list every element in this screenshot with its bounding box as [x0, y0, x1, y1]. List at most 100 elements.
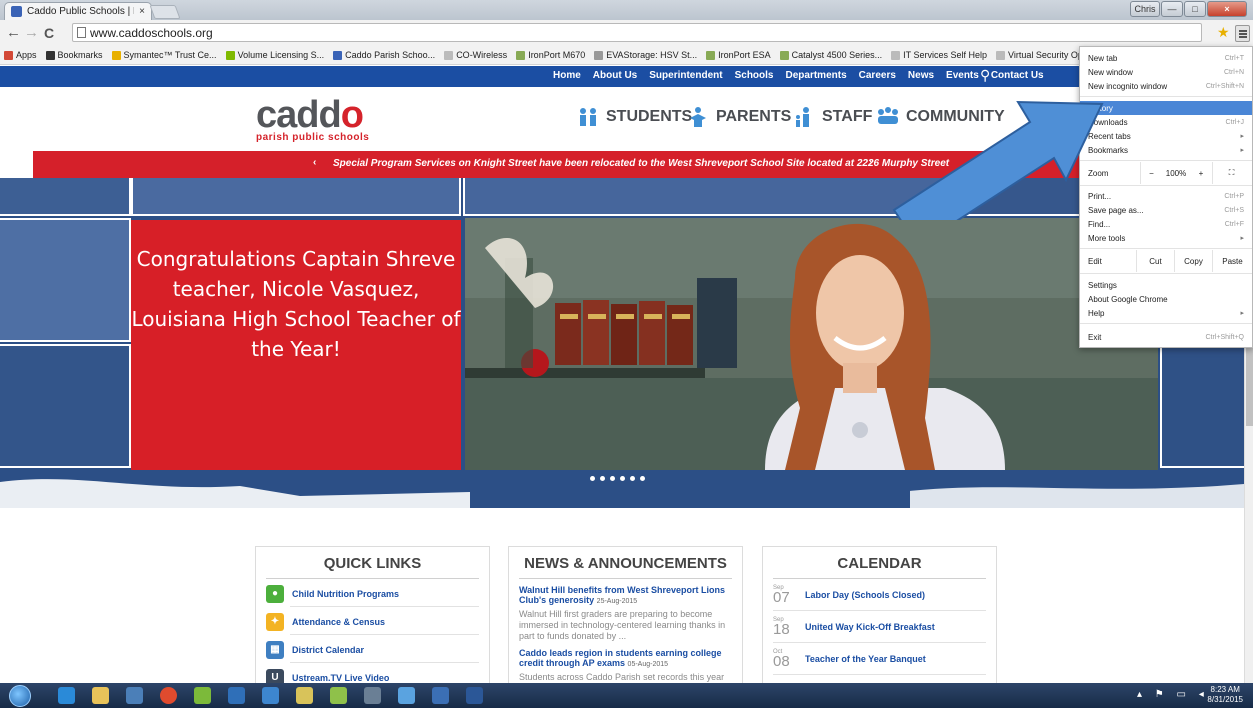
bookmark-item[interactable]: IT Services Self Help	[891, 50, 987, 60]
alert-prev-button[interactable]: ‹	[313, 157, 316, 168]
quick-link-icon: ▦	[266, 640, 284, 659]
slider-dots[interactable]	[590, 476, 645, 481]
bookmark-item[interactable]: Caddo Parish Schoo...	[333, 50, 435, 60]
menu-exit[interactable]: Exit Ctrl+Shift+Q	[1080, 330, 1252, 344]
hero-slider[interactable]: Congratulations Captain Shreve teacher, …	[0, 178, 1244, 508]
app-icon[interactable]	[194, 687, 211, 704]
fullscreen-icon[interactable]: ⛶	[1212, 162, 1250, 184]
audience-parents[interactable]: PARENTS	[686, 106, 791, 128]
network-icon[interactable]	[330, 687, 347, 704]
calendar-event[interactable]: Oct 08 Teacher of the Year Banquet	[773, 643, 986, 675]
bookmark-label: Catalyst 4500 Series...	[791, 50, 883, 60]
remote-desktop-icon[interactable]	[262, 687, 279, 704]
site-nav-item[interactable]: Superintendent	[649, 70, 722, 81]
close-window-button[interactable]: ×	[1207, 1, 1247, 17]
quick-link[interactable]: ▦ District Calendar	[266, 640, 489, 659]
maximize-button[interactable]: □	[1184, 1, 1206, 17]
quick-link[interactable]: ● Child Nutrition Programs	[266, 584, 489, 603]
explorer-icon[interactable]	[92, 687, 109, 704]
media-icon[interactable]	[126, 687, 143, 704]
news-headline[interactable]: Caddo leads region in students earning c…	[519, 648, 732, 670]
copy-button[interactable]: Copy	[1174, 250, 1212, 272]
profile-button[interactable]: Chris	[1130, 1, 1160, 17]
event-date: Oct 08	[773, 648, 790, 670]
quick-link[interactable]: U Ustream.TV Live Video	[266, 668, 489, 683]
quick-link[interactable]: ✦ Attendance & Census	[266, 612, 489, 631]
bookmark-icon	[45, 50, 55, 60]
bookmark-item[interactable]: Bookmarks	[45, 50, 103, 60]
menu-edit-row: Edit Cut Copy Paste	[1080, 250, 1252, 272]
ie-icon[interactable]	[58, 687, 75, 704]
chrome-menu-button[interactable]	[1235, 25, 1250, 42]
menu-about-chrome[interactable]: About Google Chrome	[1080, 292, 1252, 306]
zoom-in-button[interactable]: +	[1190, 162, 1212, 184]
audience-label: PARENTS	[716, 108, 792, 125]
title-bar: Caddo Public Schools | Ho × Chris — □ ×	[0, 0, 1253, 20]
address-bar[interactable]: www.caddoschools.org	[72, 23, 1202, 42]
bookmark-item[interactable]: Catalyst 4500 Series...	[779, 50, 883, 60]
paste-button[interactable]: Paste	[1212, 250, 1252, 272]
lync-icon[interactable]	[432, 687, 449, 704]
quick-link-label: District Calendar	[292, 644, 365, 655]
tool-icon[interactable]	[296, 687, 313, 704]
menu-settings[interactable]: Settings	[1080, 278, 1252, 292]
audience-staff[interactable]: STAFF	[792, 106, 872, 128]
annotation-arrow	[892, 100, 1104, 220]
slide-caption: Congratulations Captain Shreve teacher, …	[131, 220, 461, 470]
quick-link-label: Attendance & Census	[292, 616, 386, 627]
bookmark-item[interactable]: IronPort ESA	[706, 50, 771, 60]
calendar-event[interactable]: Sep 18 United Way Kick-Off Breakfast	[773, 611, 986, 643]
news-date: 25-Aug-2015	[596, 598, 638, 605]
news-item: Walnut Hill benefits from West Shrevepor…	[519, 585, 732, 642]
bookmark-item[interactable]: Apps	[4, 50, 37, 60]
browser-tab[interactable]: Caddo Public Schools | Ho ×	[4, 2, 152, 20]
bookmark-item[interactable]: Volume Licensing S...	[225, 50, 324, 60]
calendar-event[interactable]: Oct	[773, 675, 986, 683]
menu-help[interactable]: Help ▸	[1080, 306, 1252, 320]
news-item: Caddo leads region in students earning c…	[519, 648, 732, 683]
page-icon	[77, 27, 86, 38]
bookmark-item[interactable]: EVAStorage: HSV St...	[594, 50, 697, 60]
news-card: NEWS & ANNOUNCEMENTS Walnut Hill benefit…	[508, 546, 743, 683]
site-nav-item[interactable]: About Us	[593, 70, 637, 81]
cut-button[interactable]: Cut	[1136, 250, 1174, 272]
site-nav-item[interactable]: Home	[553, 70, 581, 81]
parents-icon	[690, 107, 706, 127]
forward-button[interactable]: →	[24, 24, 39, 41]
bookmark-icon	[706, 50, 716, 60]
calendar-event[interactable]: Sep 07 Labor Day (Schools Closed)	[773, 579, 986, 611]
connection-icon[interactable]	[398, 687, 415, 704]
audience-students[interactable]: STUDENTS	[576, 106, 692, 128]
tab-close-icon[interactable]: ×	[139, 6, 145, 17]
utility-icon[interactable]	[364, 687, 381, 704]
word-icon[interactable]	[466, 687, 483, 704]
news-headline[interactable]: Walnut Hill benefits from West Shrevepor…	[519, 585, 732, 607]
start-button[interactable]	[9, 685, 31, 707]
slide-caption-text: Congratulations Captain Shreve teacher, …	[131, 247, 461, 361]
zoom-out-button[interactable]: −	[1140, 162, 1162, 184]
bookmark-item[interactable]: CO-Wireless	[444, 50, 507, 60]
audience-label: STUDENTS	[606, 108, 693, 125]
system-clock[interactable]: 8:23 AM 8/31/2015	[1207, 685, 1243, 705]
site-nav-item[interactable]: Departments	[786, 70, 847, 81]
bookmark-icon	[996, 50, 1006, 60]
caddo-logo[interactable]: caddo parish public schools	[256, 96, 369, 143]
reload-button[interactable]: C	[44, 25, 54, 41]
minimize-button[interactable]: —	[1161, 1, 1183, 17]
bookmark-star-icon[interactable]: ★	[1217, 24, 1230, 41]
bookmark-icon	[891, 50, 901, 60]
outlook-icon[interactable]	[228, 687, 245, 704]
new-tab-button[interactable]	[149, 5, 181, 19]
alert-message[interactable]: Special Program Services on Knight Stree…	[333, 158, 949, 169]
chrome-icon[interactable]	[160, 687, 177, 704]
site-nav-item[interactable]: Schools	[735, 70, 774, 81]
tray-icons[interactable]: ▴ ⚑ ▭ ◂	[1137, 689, 1209, 700]
event-title: United Way Kick-Off Breakfast	[805, 621, 935, 632]
bookmark-item[interactable]: IronPort M670	[516, 50, 585, 60]
back-button[interactable]: ←	[6, 24, 21, 41]
event-date: Sep 07	[773, 584, 790, 606]
menu-more-tools[interactable]: More tools ▸	[1080, 231, 1252, 245]
windows-taskbar: ▴ ⚑ ▭ ◂ 8:23 AM 8/31/2015	[0, 683, 1253, 708]
bookmark-item[interactable]: Symantec™ Trust Ce...	[111, 50, 217, 60]
alert-next-button[interactable]: ›	[869, 157, 872, 168]
